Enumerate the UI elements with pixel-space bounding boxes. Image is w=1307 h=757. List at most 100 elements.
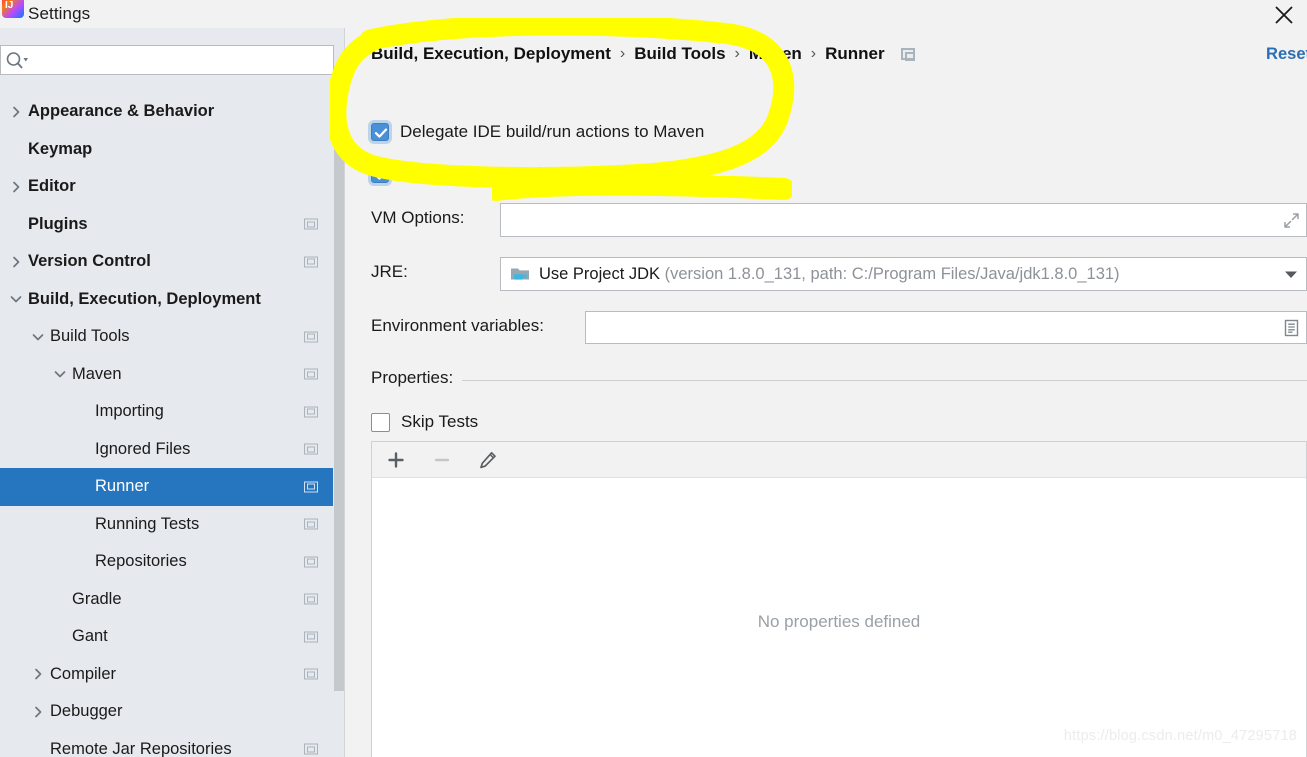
skip-tests-checkbox-row[interactable]: Skip Tests: [371, 412, 478, 432]
sidebar-item-label: Keymap: [28, 139, 93, 158]
sidebar-item-label: Remote Jar Repositories: [50, 739, 232, 757]
breadcrumb-item[interactable]: Build, Execution, Deployment: [371, 44, 611, 64]
jre-combobox[interactable]: Use Project JDK (version 1.8.0_131, path…: [500, 257, 1307, 291]
sidebar-item-remote-jar-repositories[interactable]: Remote Jar Repositories: [0, 731, 345, 757]
edit-list-icon[interactable]: [1276, 312, 1306, 343]
settings-scope-icon: [304, 556, 318, 568]
settings-scope-icon: [304, 331, 318, 343]
skip-tests-label: Skip Tests: [401, 412, 479, 431]
sidebar-item-label: Version Control: [28, 252, 151, 271]
settings-scope-icon: [304, 518, 318, 530]
sidebar-item-debugger[interactable]: Debugger: [0, 693, 345, 731]
sidebar-item-maven[interactable]: Maven: [0, 356, 345, 394]
sidebar-item-build-execution-deployment[interactable]: Build, Execution, Deployment: [0, 281, 345, 319]
sidebar-item-label: Appearance & Behavior: [28, 102, 215, 121]
delegate-to-maven-checkbox-row[interactable]: Delegate IDE build/run actions to Maven: [371, 122, 704, 142]
sidebar-item-label: Maven: [72, 364, 122, 383]
properties-table: No properties defined: [371, 441, 1307, 757]
jre-label: JRE:: [371, 262, 408, 281]
vm-options-label: VM Options:: [371, 208, 465, 227]
sidebar-item-gant[interactable]: Gant: [0, 618, 345, 656]
sidebar-item-version-control[interactable]: Version Control: [0, 243, 345, 281]
chevron-right-icon[interactable]: [30, 704, 46, 720]
sidebar-item-compiler[interactable]: Compiler: [0, 656, 345, 694]
intellij-idea-logo-icon: [2, 0, 24, 18]
chevron-right-icon[interactable]: [8, 104, 24, 120]
chevron-down-icon[interactable]: [8, 291, 24, 307]
sidebar-item-build-tools[interactable]: Build Tools: [0, 318, 345, 356]
sidebar-item-appearance-behavior[interactable]: Appearance & Behavior: [0, 93, 345, 131]
sidebar-item-label: Importing: [95, 402, 164, 421]
settings-scope-icon: [304, 631, 318, 643]
breadcrumb-item[interactable]: Maven: [749, 44, 802, 64]
search-input[interactable]: [31, 46, 331, 74]
close-icon[interactable]: [1261, 0, 1307, 28]
settings-sidebar: Appearance & Behavior Keymap Editor Plugins…: [0, 28, 345, 757]
settings-tree: Appearance & Behavior Keymap Editor Plugins…: [0, 93, 345, 757]
sidebar-item-label: Ignored Files: [95, 439, 191, 458]
properties-section-label: Properties:: [371, 368, 454, 387]
reset-link[interactable]: Reset: [1266, 45, 1307, 64]
sidebar-item-repositories[interactable]: Repositories: [0, 543, 345, 581]
breadcrumb-item[interactable]: Build Tools: [634, 44, 725, 64]
settings-content: Build, Execution, Deployment › Build Tools…: [345, 28, 1307, 757]
window-title: Settings: [28, 4, 91, 23]
breadcrumb-separator: ›: [734, 45, 740, 62]
expand-arrows-icon[interactable]: [1276, 204, 1306, 236]
environment-variables-field[interactable]: [585, 311, 1307, 344]
settings-scope-icon: [304, 218, 318, 230]
sidebar-item-label: Running Tests: [95, 514, 200, 533]
title-bar: Settings: [0, 0, 1307, 28]
vm-options-field[interactable]: [500, 203, 1307, 237]
run-in-background-checkbox-row[interactable]: Run in background: [371, 164, 543, 184]
chevron-down-icon[interactable]: [1276, 258, 1306, 290]
settings-scope-icon: [304, 593, 318, 605]
search-icon: [5, 51, 29, 76]
sidebar-item-plugins[interactable]: Plugins: [0, 206, 345, 244]
sidebar-item-label: Build, Execution, Deployment: [28, 289, 261, 308]
delegate-to-maven-label: Delegate IDE build/run actions to Maven: [400, 122, 705, 141]
chevron-down-icon[interactable]: [52, 366, 68, 382]
plus-icon[interactable]: [382, 446, 410, 474]
sidebar-item-keymap[interactable]: Keymap: [0, 131, 345, 169]
settings-scope-icon: [304, 443, 318, 455]
search-field[interactable]: [0, 45, 334, 75]
sidebar-item-label: Compiler: [50, 664, 117, 683]
chevron-right-icon[interactable]: [8, 179, 24, 195]
properties-toolbar: [372, 442, 1306, 478]
settings-scope-icon: [304, 481, 318, 493]
settings-dialog: Settings Appearance & Behavior Keymap Edit…: [0, 0, 1307, 757]
chevron-down-icon[interactable]: [30, 329, 46, 345]
breadcrumb-item[interactable]: Runner: [825, 44, 885, 64]
breadcrumb-separator: ›: [810, 45, 817, 62]
sidebar-item-ignored-files[interactable]: Ignored Files: [0, 431, 345, 469]
sidebar-item-runner[interactable]: Runner: [0, 468, 345, 506]
sidebar-item-running-tests[interactable]: Running Tests: [0, 506, 345, 544]
settings-scope-icon: [900, 48, 915, 61]
settings-scope-icon: [304, 406, 318, 418]
chevron-right-icon[interactable]: [8, 254, 24, 270]
sidebar-item-label: Debugger: [50, 702, 123, 721]
sidebar-item-gradle[interactable]: Gradle: [0, 581, 345, 619]
watermark: https://blog.csdn.net/m0_47295718: [1063, 728, 1297, 744]
jre-value: Use Project JDK (version 1.8.0_131, path…: [539, 265, 1120, 284]
sidebar-item-label: Editor: [28, 177, 76, 196]
chevron-right-icon[interactable]: [30, 666, 46, 682]
sidebar-item-label: Runner: [95, 477, 150, 496]
pencil-icon[interactable]: [474, 446, 502, 474]
minus-icon: [428, 446, 456, 474]
sidebar-item-label: Repositories: [95, 552, 187, 571]
breadcrumb: Build, Execution, Deployment › Build Tools…: [371, 44, 915, 64]
sidebar-item-editor[interactable]: Editor: [0, 168, 345, 206]
settings-scope-icon: [304, 368, 318, 380]
sidebar-scrollbar-thumb[interactable]: [334, 91, 344, 691]
jdk-folder-icon: [510, 265, 532, 283]
skip-tests-checkbox[interactable]: [371, 412, 390, 432]
properties-section-divider: [462, 380, 1307, 381]
settings-scope-icon: [304, 668, 318, 680]
run-in-background-checkbox[interactable]: [371, 165, 389, 183]
sidebar-item-importing[interactable]: Importing: [0, 393, 345, 431]
sidebar-item-label: Gant: [72, 627, 108, 646]
delegate-to-maven-checkbox[interactable]: [371, 123, 389, 141]
sidebar-item-label: Gradle: [72, 589, 122, 608]
